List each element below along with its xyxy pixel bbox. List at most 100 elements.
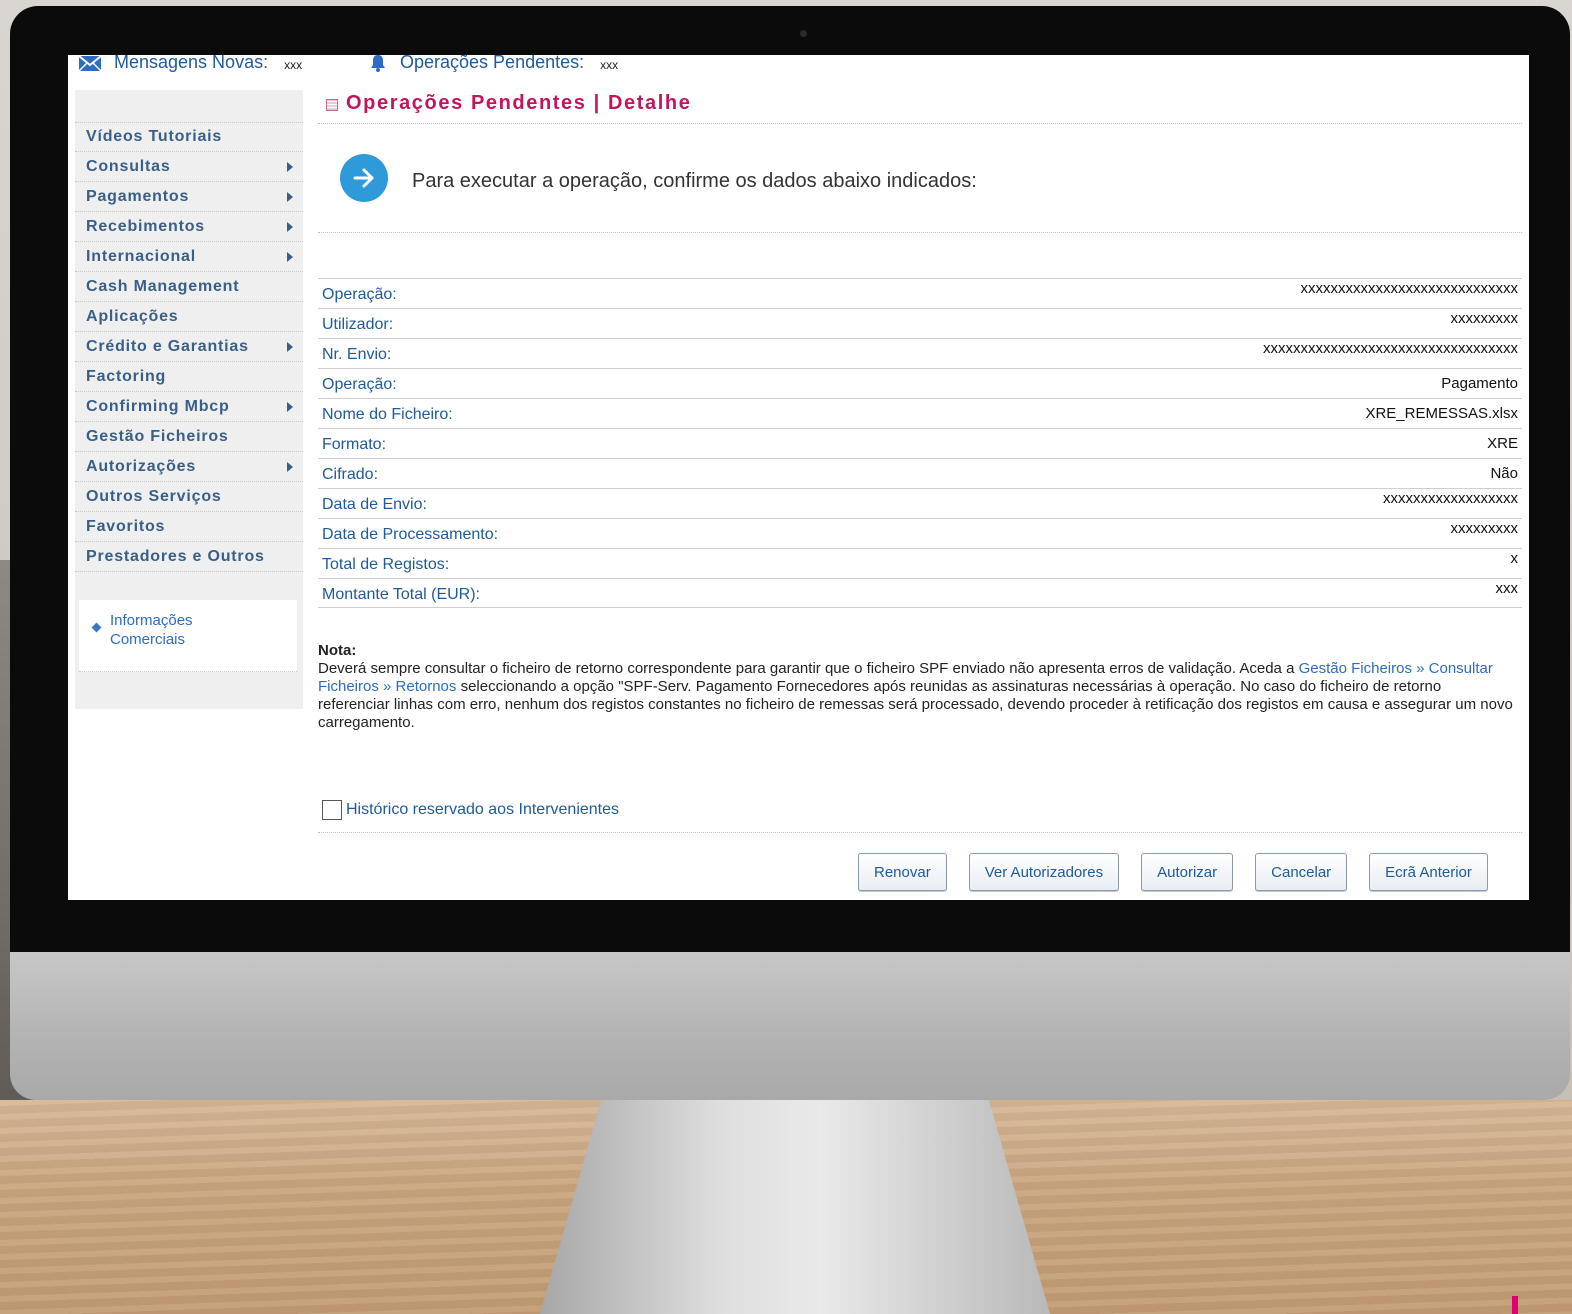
detail-row: Data de Processamento: xxxxxxxxx [318, 518, 1522, 548]
detail-label: Data de Processamento: [322, 526, 499, 543]
monitor-chin [10, 950, 1570, 1100]
historico-label[interactable]: Histórico reservado aos Intervenientes [346, 801, 619, 819]
historico-checkbox-row: Histórico reservado aos Intervenientes [322, 800, 619, 820]
detail-label: Utilizador: [322, 316, 394, 333]
ver-autorizadores-button[interactable]: Ver Autorizadores [968, 853, 1120, 891]
detail-value: xxx [1495, 580, 1519, 597]
detail-row: Nome do Ficheiro: XRE_REMESSAS.xlsx [318, 398, 1522, 428]
autorizar-button[interactable]: Autorizar [1141, 853, 1234, 891]
sidebar-item-label: Prestadores e Outros [86, 547, 265, 565]
detail-row: Total de Registos: x [318, 548, 1522, 578]
diamond-bullet-icon [91, 622, 102, 633]
sidebar-item-label: Confirming Mbcp [86, 397, 230, 415]
details-table: Operação: xxxxxxxxxxxxxxxxxxxxxxxxxxxxx U… [318, 278, 1522, 608]
detail-value: x [1510, 550, 1519, 567]
sidebar-item-credito-garantias[interactable]: Crédito e Garantias [75, 332, 303, 362]
sidebar-item-favoritos[interactable]: Favoritos [75, 512, 303, 542]
divider [318, 232, 1522, 233]
monitor-screen: Mensagens Novas: xxx Operações Pendentes… [68, 55, 1529, 900]
sidebar-item-label: Cash Management [86, 277, 240, 295]
sidebar-item-recebimentos[interactable]: Recebimentos [75, 212, 303, 242]
camera-dot [800, 30, 807, 37]
messages-count: xxx [284, 58, 303, 72]
sidebar-item-autorizacoes[interactable]: Autorizações [75, 452, 303, 482]
sidebar-item-prestadores-outros[interactable]: Prestadores e Outros [75, 542, 303, 572]
divider [318, 832, 1522, 833]
bell-icon [371, 55, 385, 72]
sidebar-item-label: Autorizações [86, 457, 197, 475]
detail-value: xxxxxxxxxxxxxxxxxx [1383, 490, 1518, 507]
sidebar-menu: Vídeos Tutoriais Consultas Pagamentos Re… [75, 122, 303, 572]
submenu-arrow-icon [287, 191, 293, 202]
detail-label: Total de Registos: [322, 556, 450, 573]
nota-section: Nota: Deverá sempre consultar o ficheiro… [318, 642, 1513, 732]
title-square-icon [326, 99, 338, 111]
sidebar-item-pagamentos[interactable]: Pagamentos [75, 182, 303, 212]
ecra-anterior-button[interactable]: Ecrã Anterior [1369, 853, 1488, 891]
sidebar-item-label: Internacional [86, 247, 196, 265]
sidebar-item-label: Outros Serviços [86, 487, 222, 505]
monitor-stand [540, 1100, 1050, 1314]
main-content: Operações Pendentes | Detalhe Para execu… [318, 90, 1522, 891]
sidebar-item-cash-management[interactable]: Cash Management [75, 272, 303, 302]
submenu-arrow-icon [287, 161, 293, 172]
new-messages[interactable]: Mensagens Novas: xxx [78, 55, 302, 73]
sidebar-item-label: Gestão Ficheiros [86, 427, 229, 445]
confirm-message: Para executar a operação, confirme os da… [412, 170, 977, 192]
detail-label: Nome do Ficheiro: [322, 406, 453, 423]
sidebar-item-confirming-mbcp[interactable]: Confirming Mbcp [75, 392, 303, 422]
detail-label: Montante Total (EUR): [322, 586, 480, 603]
sidebar-item-label: Favoritos [86, 517, 166, 535]
detail-row: Utilizador: xxxxxxxxx [318, 308, 1522, 338]
submenu-arrow-icon [287, 251, 293, 262]
sidebar-item-videos-tutoriais[interactable]: Vídeos Tutoriais [75, 122, 303, 152]
nota-text: seleccionando a opção "SPF-Serv. Pagamen… [318, 678, 1513, 731]
detail-row: Operação: xxxxxxxxxxxxxxxxxxxxxxxxxxxxx [318, 278, 1522, 308]
detail-row: Operação: Pagamento [318, 368, 1522, 398]
nota-text: Deverá sempre consultar o ficheiro de re… [318, 660, 1299, 677]
arrow-right-icon [340, 154, 388, 202]
submenu-arrow-icon [287, 401, 293, 412]
detail-value: XRE_REMESSAS.xlsx [1365, 405, 1518, 422]
sidebar: Vídeos Tutoriais Consultas Pagamentos Re… [75, 90, 303, 709]
sidebar-item-outros-servicos[interactable]: Outros Serviços [75, 482, 303, 512]
pending-operations[interactable]: Operações Pendentes: xxx [368, 55, 618, 73]
sidebar-item-aplicacoes[interactable]: Aplicações [75, 302, 303, 332]
detail-label: Nr. Envio: [322, 346, 392, 363]
detail-value: xxxxxxxxx [1450, 520, 1519, 537]
detail-label: Cifrado: [322, 466, 379, 483]
sidebar-item-internacional[interactable]: Internacional [75, 242, 303, 272]
button-bar: Renovar Ver Autorizadores Autorizar Canc… [858, 853, 1488, 891]
sidebar-item-gestao-ficheiros[interactable]: Gestão Ficheiros [75, 422, 303, 452]
detail-row: Data de Envio: xxxxxxxxxxxxxxxxxx [318, 488, 1522, 518]
detail-row: Cifrado: Não [318, 458, 1522, 488]
sidebar-item-label: Recebimentos [86, 217, 205, 235]
detail-value: xxxxxxxxxxxxxxxxxxxxxxxxxxxxx [1300, 280, 1519, 297]
sidebar-item-label: Aplicações [86, 307, 179, 325]
pending-count: xxx [600, 58, 619, 72]
pending-label[interactable]: Operações Pendentes: [400, 55, 584, 73]
historico-checkbox[interactable] [322, 800, 342, 820]
corner-mark [1512, 1296, 1518, 1314]
detail-value: xxxxxxxxxxxxxxxxxxxxxxxxxxxxxxxxxx [1263, 340, 1518, 357]
submenu-arrow-icon [287, 221, 293, 232]
detail-row: Nr. Envio: xxxxxxxxxxxxxxxxxxxxxxxxxxxxxx… [318, 338, 1522, 368]
sidebar-item-consultas[interactable]: Consultas [75, 152, 303, 182]
messages-label[interactable]: Mensagens Novas: [114, 55, 268, 73]
sidebar-item-label: Pagamentos [86, 187, 190, 205]
sidebar-item-label: Vídeos Tutoriais [86, 128, 223, 145]
sidebar-item-factoring[interactable]: Factoring [75, 362, 303, 392]
detail-value: xxxxxxxxx [1450, 310, 1519, 327]
detail-value: Pagamento [1441, 375, 1518, 392]
detail-value: XRE [1487, 435, 1518, 452]
informacoes-comerciais-link[interactable]: Informações Comerciais [110, 611, 270, 649]
sidebar-item-label: Consultas [86, 157, 171, 175]
title-row: Operações Pendentes | Detalhe [318, 90, 1522, 124]
detail-label: Data de Envio: [322, 496, 427, 513]
detail-label: Operação: [322, 376, 397, 393]
sidebar-item-label: Crédito e Garantias [86, 337, 249, 355]
submenu-arrow-icon [287, 341, 293, 352]
cancelar-button[interactable]: Cancelar [1255, 853, 1348, 891]
renovar-button[interactable]: Renovar [858, 853, 947, 891]
detail-row: Formato: XRE [318, 428, 1522, 458]
